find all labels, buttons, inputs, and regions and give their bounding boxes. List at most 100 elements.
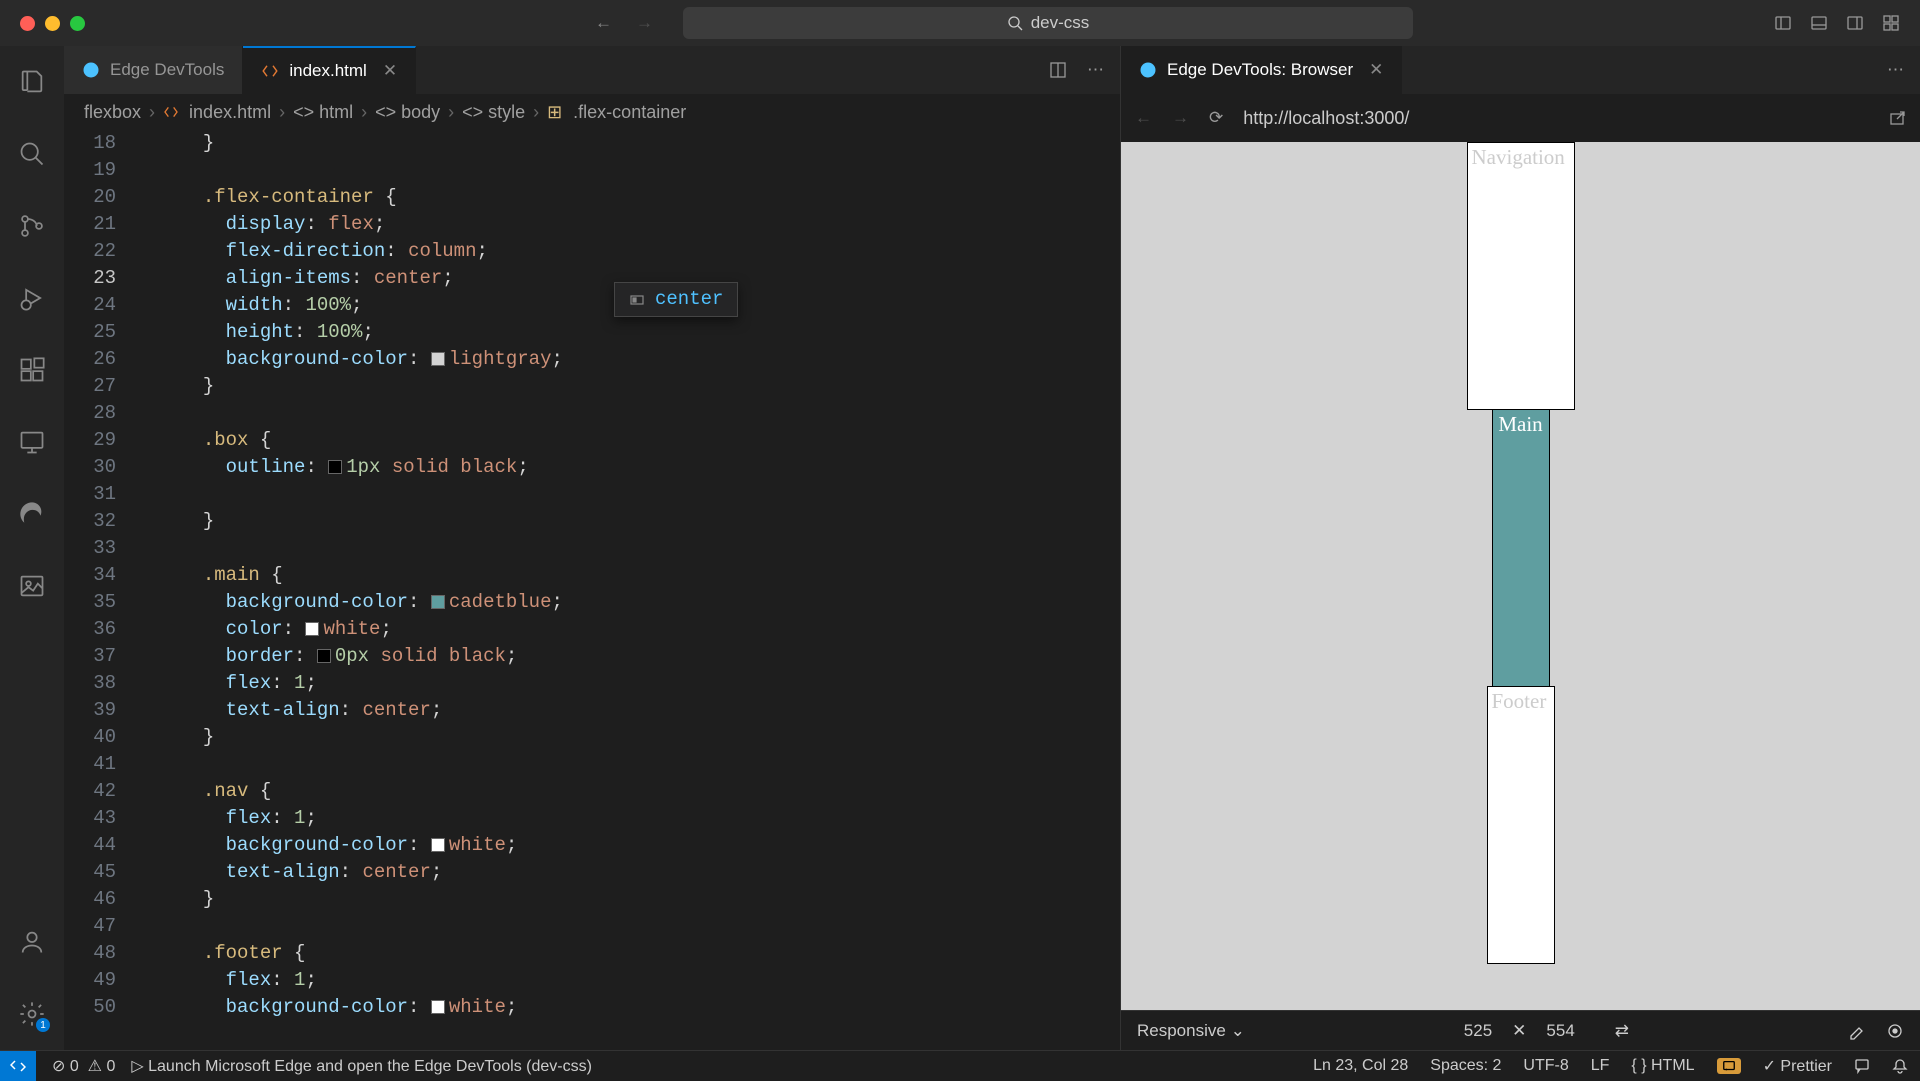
feedback-icon[interactable] [1854,1058,1870,1074]
layout-grid-icon[interactable] [1882,14,1900,32]
more-actions-icon[interactable]: ⋯ [1887,60,1904,80]
browser-reload-icon[interactable]: ⟳ [1209,108,1223,128]
close-icon[interactable]: ✕ [1369,60,1383,80]
code-line[interactable] [144,481,1120,508]
code-line[interactable]: background-color: cadetblue; [144,589,1120,616]
preview-footer-box: Footer [1487,686,1555,964]
code-content[interactable]: center } .flex-container { display: flex… [144,130,1120,1050]
code-line[interactable]: background-color: white; [144,994,1120,1021]
code-line[interactable]: } [144,886,1120,913]
minimize-window[interactable] [45,16,60,31]
code-line[interactable] [144,913,1120,940]
code-line[interactable]: } [144,724,1120,751]
code-line[interactable]: border: 0px solid black; [144,643,1120,670]
prettier-status[interactable]: ✓ Prettier [1763,1056,1832,1076]
viewport-width[interactable]: 525 [1464,1021,1492,1041]
screencast-icon[interactable] [1717,1058,1741,1074]
edge-tools-icon[interactable] [16,498,48,530]
remote-explorer-icon[interactable] [16,426,48,458]
open-external-icon[interactable] [1888,109,1906,127]
nav-forward-icon[interactable]: → [636,13,653,33]
intellisense-popup[interactable]: center [614,282,738,317]
close-window[interactable] [20,16,35,31]
code-line[interactable]: } [144,373,1120,400]
close-icon[interactable]: ✕ [383,61,397,81]
code-line[interactable]: background-color: white; [144,832,1120,859]
breadcrumb-item[interactable]: .flex-container [573,102,686,123]
code-line[interactable]: height: 100%; [144,319,1120,346]
code-line[interactable]: flex: 1; [144,967,1120,994]
indentation[interactable]: Spaces: 2 [1430,1057,1501,1075]
debug-launch-hint[interactable]: ▷ Launch Microsoft Edge and open the Edg… [131,1056,592,1076]
device-mode-select[interactable]: Responsive ⌄ [1137,1021,1245,1041]
problems-indicator[interactable]: ⊘ 0 ⚠ 0 [52,1056,115,1076]
image-icon[interactable] [16,570,48,602]
breadcrumb[interactable]: flexbox› index.html› <> html› <> body› <… [64,94,1120,130]
debug-icon[interactable] [16,282,48,314]
code-line[interactable]: .nav { [144,778,1120,805]
code-line[interactable]: display: flex; [144,211,1120,238]
remote-indicator[interactable] [0,1051,36,1081]
code-line[interactable]: text-align: center; [144,697,1120,724]
code-line[interactable]: background-color: lightgray; [144,346,1120,373]
source-control-icon[interactable] [16,210,48,242]
browser-toolbar: ← → ⟳ http://localhost:3000/ [1121,94,1920,142]
notifications-icon[interactable] [1892,1058,1908,1074]
encoding[interactable]: UTF-8 [1523,1057,1568,1075]
breadcrumb-item[interactable]: html [319,102,353,123]
html-file-icon [261,62,279,80]
right-tabs: Edge DevTools: Browser ✕ ⋯ [1121,46,1920,94]
debug-start-icon: ▷ [131,1058,143,1075]
browser-preview[interactable]: Navigation Main Footer [1121,142,1920,1010]
settings-icon[interactable]: 1 [16,998,48,1030]
tab-index-html[interactable]: index.html ✕ [243,46,416,94]
breadcrumb-item[interactable]: index.html [189,102,271,123]
code-line[interactable]: .box { [144,427,1120,454]
command-center[interactable]: dev-css [683,7,1413,39]
code-line[interactable]: flex-direction: column; [144,238,1120,265]
breadcrumb-item[interactable]: style [488,102,525,123]
maximize-window[interactable] [70,16,85,31]
tab-browser-preview[interactable]: Edge DevTools: Browser ✕ [1121,46,1402,94]
panel-bottom-icon[interactable] [1810,14,1828,32]
code-line[interactable]: flex: 1; [144,670,1120,697]
code-line[interactable]: outline: 1px solid black; [144,454,1120,481]
code-line[interactable]: .footer { [144,940,1120,967]
code-line[interactable]: color: white; [144,616,1120,643]
code-line[interactable]: flex: 1; [144,805,1120,832]
code-line[interactable] [144,751,1120,778]
tab-label: Edge DevTools [110,60,224,80]
viewport-height[interactable]: 554 [1546,1021,1574,1041]
panel-right-icon[interactable] [1846,14,1864,32]
code-line[interactable] [144,400,1120,427]
search-activity-icon[interactable] [16,138,48,170]
panel-left-icon[interactable] [1774,14,1792,32]
url-bar[interactable]: http://localhost:3000/ [1243,108,1409,129]
account-icon[interactable] [16,926,48,958]
code-line[interactable]: .main { [144,562,1120,589]
extensions-icon[interactable] [16,354,48,386]
browser-back-icon[interactable]: ← [1135,108,1152,128]
rotate-icon[interactable]: ⇄ [1615,1021,1629,1041]
code-line[interactable] [144,157,1120,184]
explorer-icon[interactable] [16,66,48,98]
breadcrumb-item[interactable]: body [401,102,440,123]
code-line[interactable]: .flex-container { [144,184,1120,211]
code-editor[interactable]: 1819202122232425262728293031323334353637… [64,130,1120,1050]
target-icon[interactable] [1886,1022,1904,1040]
browser-forward-icon[interactable]: → [1172,108,1189,128]
language-mode[interactable]: { } HTML [1631,1057,1694,1075]
error-icon: ⊘ [52,1058,65,1075]
code-line[interactable]: } [144,508,1120,535]
more-actions-icon[interactable]: ⋯ [1087,60,1104,80]
code-line[interactable]: } [144,130,1120,157]
split-editor-icon[interactable] [1049,61,1067,79]
code-line[interactable]: text-align: center; [144,859,1120,886]
css-tool-icon[interactable] [1848,1022,1866,1040]
breadcrumb-item[interactable]: flexbox [84,102,141,123]
code-line[interactable] [144,535,1120,562]
tab-edge-devtools[interactable]: Edge DevTools [64,46,243,94]
eol[interactable]: LF [1591,1057,1610,1075]
cursor-position[interactable]: Ln 23, Col 28 [1313,1057,1408,1075]
nav-back-icon[interactable]: ← [595,13,612,33]
